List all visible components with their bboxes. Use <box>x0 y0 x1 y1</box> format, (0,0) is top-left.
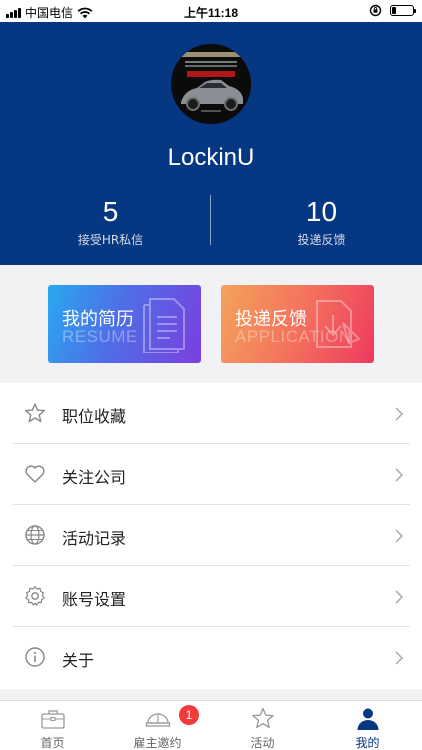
chevron-right-icon <box>395 651 404 665</box>
tab-mine[interactable]: 我的 <box>315 701 420 750</box>
stat-divider <box>210 195 211 245</box>
menu-item-label: 关注公司 <box>62 468 127 487</box>
menu-item-activity-records[interactable]: 活动记录 <box>0 505 422 566</box>
menu-item-about[interactable]: 关于 <box>0 627 422 688</box>
status-right <box>369 4 416 17</box>
chevron-right-icon <box>395 590 404 604</box>
settings-menu: 职位收藏 关注公司 活动记录 账号设置 关于 <box>0 383 422 689</box>
status-bar: 中国电信 上午11:18 <box>0 0 422 22</box>
document-icon <box>143 298 185 353</box>
notification-badge: 1 <box>179 705 199 725</box>
info-icon <box>25 647 45 667</box>
tab-label: 我的 <box>355 736 380 750</box>
tab-label: 首页 <box>40 736 65 750</box>
briefcase-icon <box>41 710 65 729</box>
stat-label: 接受HR私信 <box>77 233 144 247</box>
menu-item-label: 账号设置 <box>62 590 127 609</box>
resume-card-subtitle: RESUME <box>62 327 138 346</box>
battery-icon <box>390 5 416 16</box>
tab-label: 雇主邀约 <box>133 736 182 750</box>
resume-card[interactable]: 我的简历 RESUME <box>48 285 201 363</box>
username: LockinU <box>167 144 255 171</box>
tab-home[interactable]: 首页 <box>0 701 105 750</box>
star-icon <box>252 707 274 729</box>
stat-application-feedback[interactable]: 10 投递反馈 <box>216 194 422 248</box>
star-icon <box>25 403 45 423</box>
menu-item-label: 关于 <box>62 651 95 670</box>
user-icon <box>357 708 379 730</box>
chevron-right-icon <box>395 407 404 421</box>
chevron-right-icon <box>395 529 404 543</box>
shortcut-cards: 我的简历 RESUME 投递反馈 APPLICATION <box>0 265 422 383</box>
tab-employer-invitations[interactable]: 1 雇主邀约 <box>105 701 210 750</box>
menu-item-account-settings[interactable]: 账号设置 <box>0 566 422 627</box>
stat-value: 5 <box>102 196 119 227</box>
chevron-right-icon <box>395 468 404 482</box>
avatar[interactable] <box>171 44 251 124</box>
tab-label: 活动 <box>250 736 275 750</box>
stat-value: 10 <box>305 196 338 227</box>
menu-item-followed-companies[interactable]: 关注公司 <box>0 444 422 505</box>
stat-label: 投递反馈 <box>297 233 346 247</box>
profile-header: LockinU 5 接受HR私信 10 投递反馈 <box>0 22 422 265</box>
application-card[interactable]: 投递反馈 APPLICATION <box>221 285 374 363</box>
orientation-lock-icon <box>369 4 382 17</box>
heart-icon <box>25 465 45 483</box>
helmet-icon <box>145 713 171 727</box>
status-time: 上午11:18 <box>183 6 239 20</box>
stat-hr-messages[interactable]: 5 接受HR私信 <box>5 194 216 248</box>
application-card-subtitle: APPLICATION <box>235 327 352 346</box>
globe-icon <box>25 525 45 545</box>
menu-item-label: 活动记录 <box>62 529 127 548</box>
avatar-car-image <box>171 44 251 124</box>
tab-bar: 首页 1 雇主邀约 活动 我的 <box>0 700 422 750</box>
gear-icon <box>25 586 45 606</box>
tab-activities[interactable]: 活动 <box>210 701 315 750</box>
menu-item-label: 职位收藏 <box>62 407 127 426</box>
menu-item-favorites[interactable]: 职位收藏 <box>0 383 422 444</box>
